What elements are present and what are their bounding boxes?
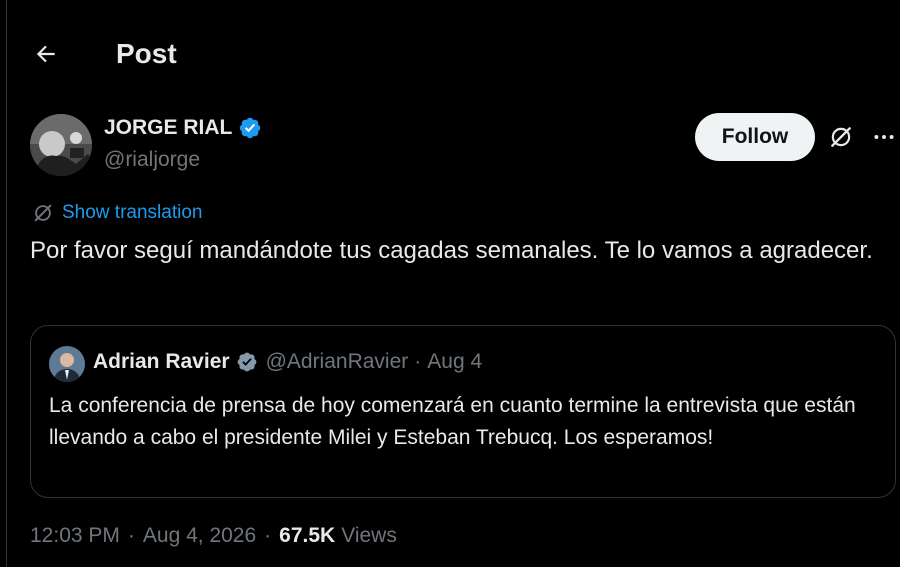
verified-gray-check-icon [237,352,256,372]
arrow-left-icon [36,45,55,63]
quoted-post-text: La conferencia de prensa de hoy comenzar… [49,394,856,449]
post-header: Post [0,0,900,108]
quoted-author-handle: @AdrianRavier [265,350,409,373]
meta-separator-2: · [264,524,272,547]
views-label[interactable]: Views [341,524,397,548]
more-options-button[interactable] [868,122,900,152]
author-handle[interactable]: @rialjorge [104,148,200,172]
author-display-name[interactable]: JORGE RIAL [104,116,232,140]
quoted-avatar-photo [49,346,85,382]
post-meta: 12:03 PM · Aug 4, 2026 · 67.5K Views [30,524,397,548]
show-translation-label[interactable]: Show translation [62,202,202,224]
post-time[interactable]: 12:03 PM [30,524,120,548]
avatar-photo [30,114,92,176]
more-horizontal-icon [874,135,894,139]
views-count[interactable]: 67.5K [279,524,335,548]
post-author: JORGE RIAL @rialjorge Follow [30,112,894,176]
quoted-separator: · [414,350,422,373]
page-title: Post [116,38,177,69]
follow-button[interactable]: Follow [695,113,815,161]
quoted-post-date: Aug 4 [427,350,483,373]
back-button[interactable] [28,36,64,72]
show-translation-link[interactable]: Show translation [32,202,202,224]
meta-separator: · [127,524,135,547]
quoted-author-avatar[interactable] [49,346,85,382]
verified-check-icon [240,117,261,139]
quoted-verified-badge-icon [236,351,258,373]
quoted-post[interactable]: Adrian Ravier @AdrianRavier · Aug 4 La c… [30,325,896,498]
grok-icon [831,127,851,147]
verified-badge-icon[interactable] [238,116,262,140]
translate-icon [34,204,52,222]
grok-button[interactable] [826,122,856,152]
author-avatar[interactable] [30,114,92,176]
post-date[interactable]: Aug 4, 2026 [143,524,256,548]
quoted-author-name: Adrian Ravier [93,350,230,373]
post-text: Por favor seguí mandándote tus cagadas s… [30,237,873,264]
